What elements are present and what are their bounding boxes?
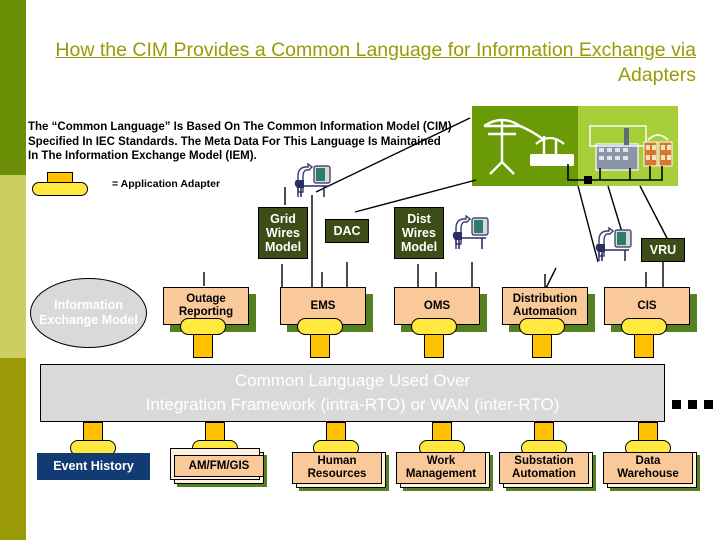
page-title: How the CIM Provides a Common Language f… bbox=[44, 38, 696, 88]
model-box-dist-wires-label: Dist Wires Model bbox=[400, 212, 438, 254]
adapter-distribution-automation bbox=[519, 318, 565, 358]
app-event-history-label: Event History bbox=[53, 459, 134, 473]
intro-line-1: The “Common Language” Is Based On The Co… bbox=[28, 121, 452, 133]
power-system-photo bbox=[472, 106, 678, 186]
app-amfmgis-label: AM/FM/GIS bbox=[188, 459, 250, 472]
workstation-icon-1 bbox=[290, 158, 334, 198]
app-human-resources[interactable]: Human Resources bbox=[292, 448, 389, 491]
page-title-line-1: How the CIM Provides a Common Language f… bbox=[55, 39, 696, 61]
app-substation-automation-label: Substation Automation bbox=[512, 455, 576, 480]
legend: = Application Adapter bbox=[32, 172, 232, 198]
model-box-grid-wires-label: Grid Wires Model bbox=[264, 212, 302, 254]
app-oms-label: OMS bbox=[423, 299, 451, 312]
model-box-dac[interactable]: DAC bbox=[325, 219, 369, 243]
app-work-management-label: Work Management bbox=[405, 455, 477, 480]
adapter-event-history bbox=[70, 422, 116, 456]
adapter-ems bbox=[297, 318, 343, 358]
model-box-dist-wires[interactable]: Dist Wires Model bbox=[394, 207, 444, 259]
photo-artwork bbox=[483, 118, 673, 184]
app-data-warehouse-label-box: Data Warehouse bbox=[603, 452, 693, 484]
app-ems-label: EMS bbox=[310, 299, 336, 312]
slide-canvas: How the CIM Provides a Common Language f… bbox=[0, 0, 720, 540]
workstation-icon-3 bbox=[591, 222, 635, 262]
common-language-line-1: Common Language Used Over bbox=[234, 371, 471, 390]
intro-line-3: In The Information Exchange Model (IEM). bbox=[28, 150, 257, 162]
workstation-icon-2 bbox=[448, 210, 492, 250]
common-language-bar: Common Language Used Over Integration Fr… bbox=[40, 364, 665, 422]
dot-3 bbox=[704, 400, 713, 409]
app-distribution-automation-label: Distribution Automation bbox=[512, 293, 578, 318]
dot-1 bbox=[672, 400, 681, 409]
page-title-line-2: Adapters bbox=[617, 64, 696, 86]
intro-line-2: Specified In IEC Standards. The Meta Dat… bbox=[28, 135, 441, 148]
legend-label: = Application Adapter bbox=[112, 178, 221, 190]
left-accent-strip-top bbox=[0, 0, 26, 175]
dot-2 bbox=[688, 400, 697, 409]
left-accent-strip-middle bbox=[0, 175, 26, 358]
common-language-line-2: Integration Framework (intra-RTO) or WAN… bbox=[145, 395, 560, 414]
app-human-resources-label: Human Resources bbox=[307, 455, 367, 480]
app-substation-automation-label-box: Substation Automation bbox=[499, 452, 589, 484]
adapter-oms bbox=[411, 318, 457, 358]
app-event-history-label-box: Event History bbox=[37, 453, 150, 480]
adapter-icon bbox=[32, 172, 88, 196]
app-work-management-label-box: Work Management bbox=[396, 452, 486, 484]
adapter-outage-reporting bbox=[180, 318, 226, 358]
app-amfmgis[interactable]: AM/FM/GIS bbox=[170, 448, 267, 487]
model-box-dac-label: DAC bbox=[333, 224, 361, 238]
app-data-warehouse[interactable]: Data Warehouse bbox=[603, 448, 700, 491]
model-box-vru-label: VRU bbox=[649, 243, 677, 257]
model-box-grid-wires[interactable]: Grid Wires Model bbox=[258, 207, 308, 259]
app-amfmgis-label-box: AM/FM/GIS bbox=[174, 455, 264, 477]
app-cis-label: CIS bbox=[637, 299, 657, 312]
app-work-management[interactable]: Work Management bbox=[396, 448, 493, 491]
app-data-warehouse-label: Data Warehouse bbox=[617, 455, 679, 480]
left-accent-strip-bottom bbox=[0, 358, 26, 540]
app-human-resources-label-box: Human Resources bbox=[292, 452, 382, 484]
model-box-vru[interactable]: VRU bbox=[641, 238, 685, 262]
adapter-cis bbox=[621, 318, 667, 358]
iem-label: Information Exchange Model bbox=[39, 298, 138, 327]
app-event-history[interactable]: Event History bbox=[37, 453, 150, 480]
ellipsis-dots bbox=[672, 400, 714, 409]
intro-paragraph: The “Common Language” Is Based On The Co… bbox=[28, 120, 498, 164]
information-exchange-model-ellipse[interactable]: Information Exchange Model bbox=[30, 278, 147, 348]
app-substation-automation[interactable]: Substation Automation bbox=[499, 448, 596, 491]
app-outage-reporting-label: Outage Reporting bbox=[178, 293, 234, 318]
